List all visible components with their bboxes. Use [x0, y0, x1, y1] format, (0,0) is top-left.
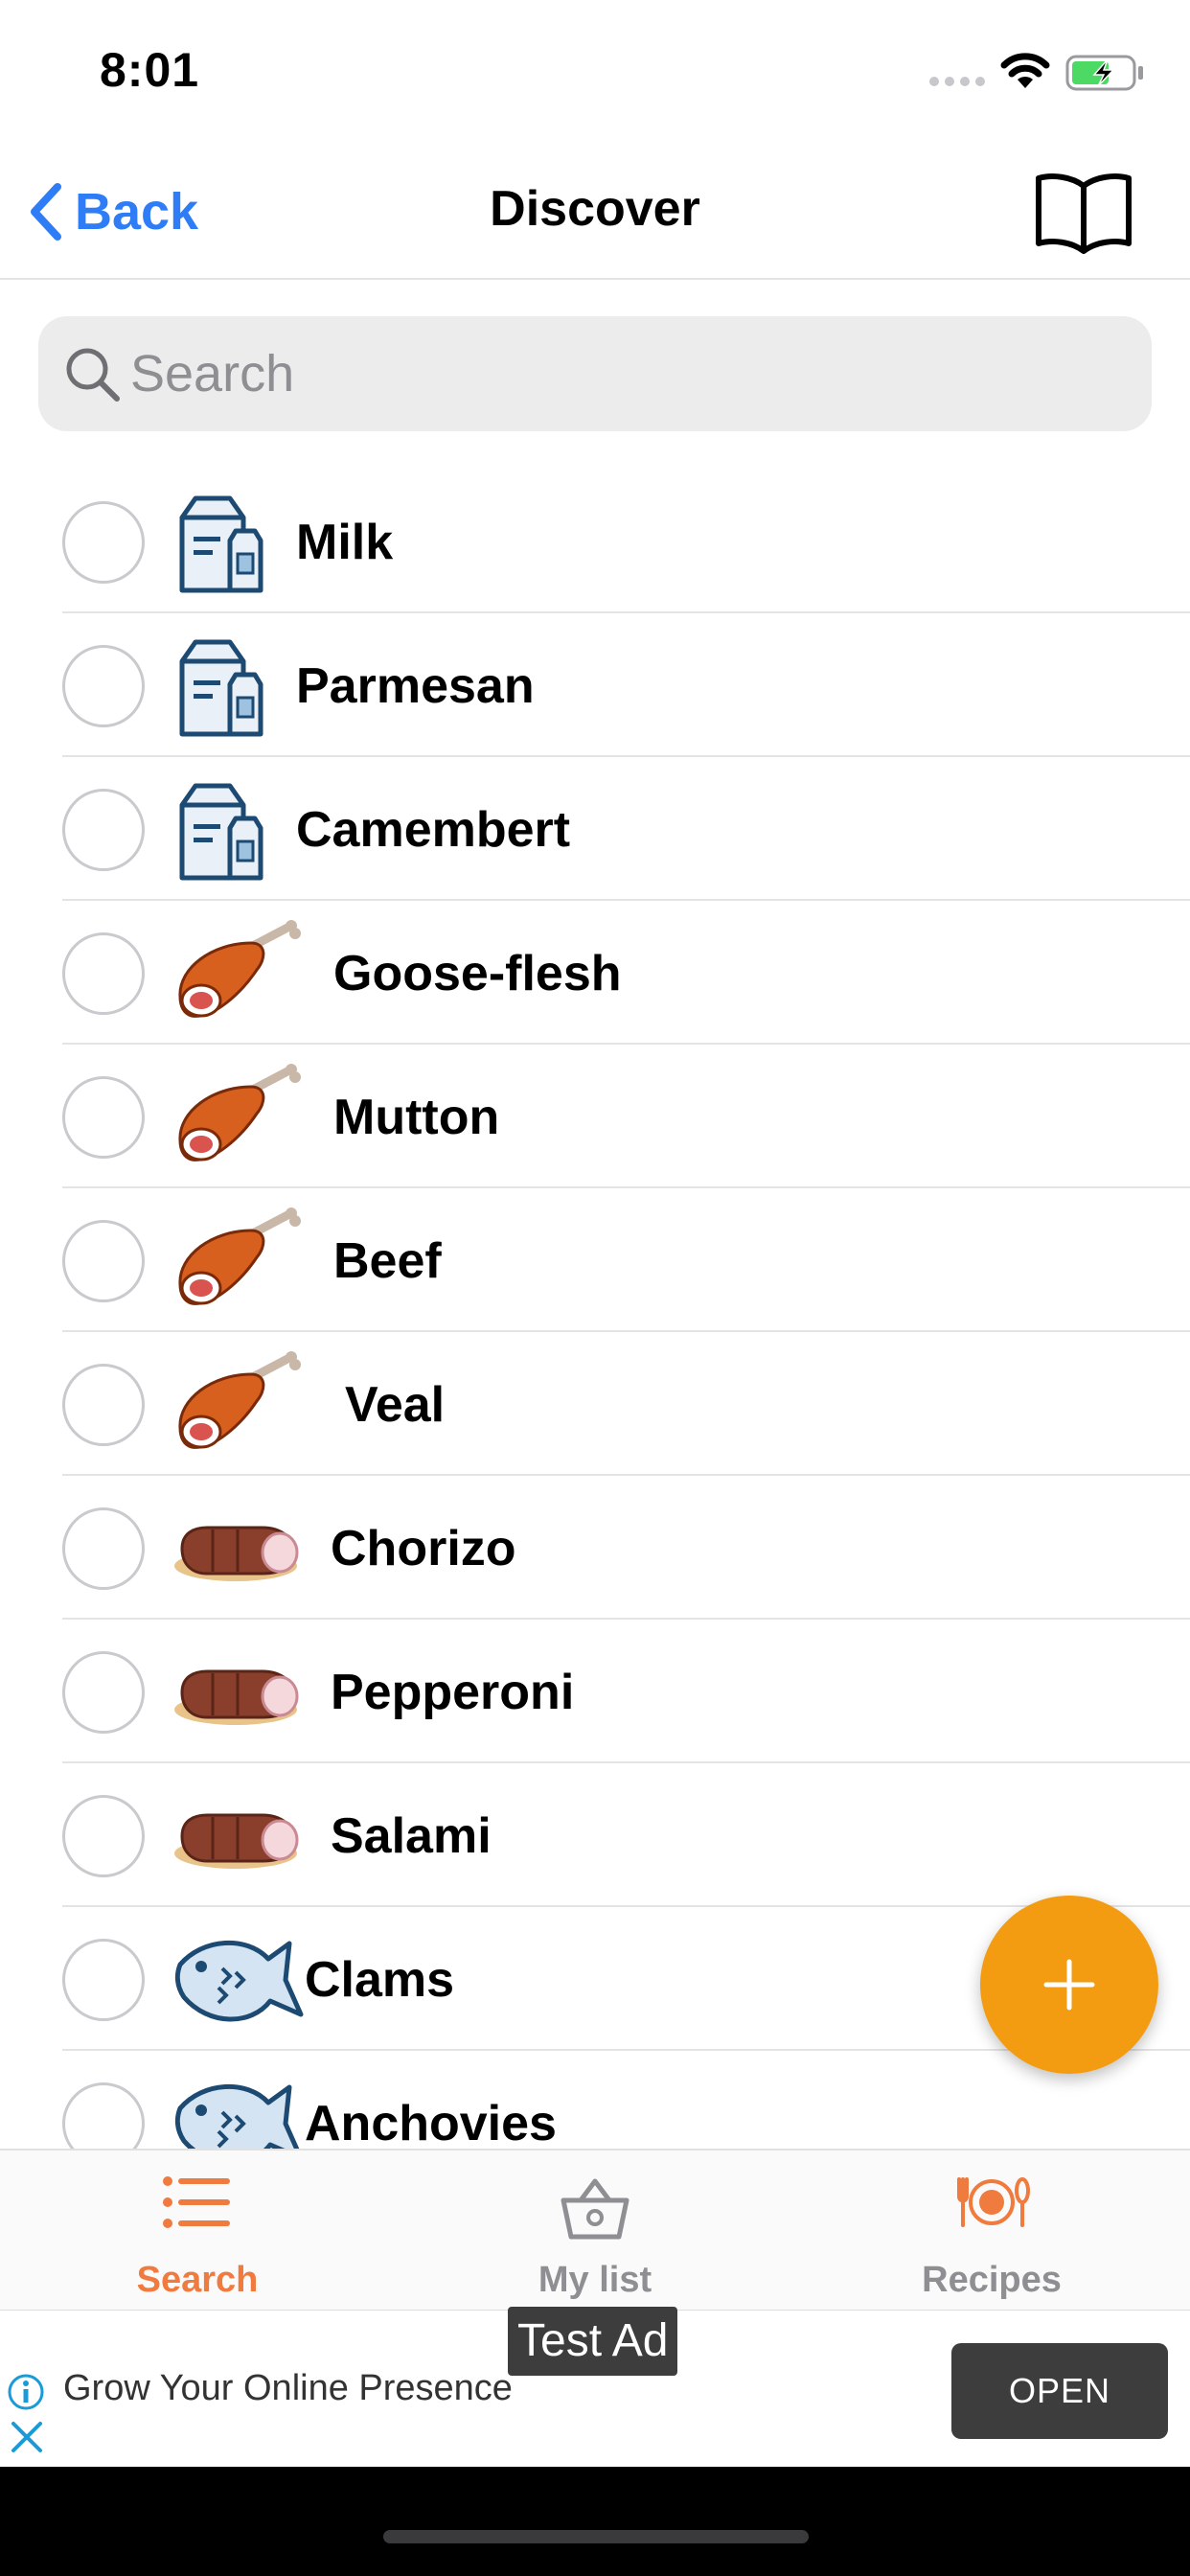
fish-icon [174, 2083, 300, 2149]
checkbox-circle[interactable] [62, 789, 145, 871]
list-item[interactable]: Camembert [0, 757, 1190, 901]
open-book-icon [1036, 173, 1132, 254]
item-label: Mutton [333, 1090, 500, 1145]
list-item[interactable]: Beef [0, 1188, 1190, 1332]
tab-my-list[interactable]: My list [451, 2150, 739, 2312]
tab-recipes[interactable]: Recipes [848, 2150, 1135, 2312]
item-label: Anchovies [305, 2096, 557, 2149]
ad-tag: Test Ad [508, 2307, 678, 2376]
list-item[interactable]: Chorizo [0, 1476, 1190, 1620]
item-label: Pepperoni [331, 1665, 575, 1720]
sausage-icon [174, 1526, 299, 1581]
tab-bar: Search My list Recipes [0, 2149, 1190, 2310]
list-icon [163, 2176, 230, 2228]
milk-carton-icon [179, 639, 263, 737]
checkbox-circle[interactable] [62, 1651, 145, 1734]
item-label: Goose-flesh [333, 946, 622, 1001]
item-label: Camembert [296, 802, 571, 858]
search-input[interactable] [130, 344, 1088, 403]
status-time: 8:01 [100, 43, 200, 97]
item-label: Clams [305, 1952, 455, 2008]
checkbox-circle[interactable] [62, 1220, 145, 1302]
checkbox-circle[interactable] [62, 1364, 145, 1446]
checkbox-circle[interactable] [62, 2082, 145, 2149]
item-label: Milk [296, 515, 394, 570]
milk-carton-icon [179, 783, 263, 881]
back-label: Back [75, 183, 199, 241]
wifi-icon [1000, 53, 1050, 88]
status-bar: 8:01 [0, 0, 1190, 144]
list-item[interactable]: Anchovies [0, 2051, 1190, 2149]
close-icon[interactable] [10, 2420, 44, 2454]
checkbox-circle[interactable] [62, 1795, 145, 1877]
milk-carton-icon [179, 495, 263, 593]
checkbox-circle[interactable] [62, 1939, 145, 2021]
chevron-left-icon [31, 183, 61, 241]
list-item[interactable]: Pepperoni [0, 1620, 1190, 1763]
ad-headline[interactable]: Grow Your Online Presence [63, 2368, 513, 2409]
checkbox-circle[interactable] [62, 501, 145, 584]
tab-label: Search [136, 2260, 259, 2300]
item-label: Salami [331, 1808, 492, 1864]
home-indicator[interactable] [383, 2530, 809, 2543]
item-label: Parmesan [296, 658, 535, 714]
tab-label: Recipes [922, 2260, 1062, 2300]
list-item[interactable]: Salami [0, 1763, 1190, 1907]
item-label: Veal [345, 1377, 446, 1433]
item-list: Milk Parmesan Camembert Goose-flesh Mutt… [0, 470, 1190, 2149]
list-item[interactable]: Milk [0, 470, 1190, 613]
back-button[interactable]: Back [27, 176, 198, 247]
item-label: Chorizo [331, 1521, 516, 1576]
navigation-bar: Back Discover [0, 144, 1190, 280]
battery-charging-icon [1065, 55, 1143, 91]
fish-icon [174, 1940, 304, 2022]
cellular-signal-icon [929, 77, 985, 86]
home-indicator-area [0, 2467, 1190, 2576]
list-item[interactable]: Goose-flesh [0, 901, 1190, 1045]
tab-label: My list [538, 2260, 652, 2300]
recipe-book-button[interactable] [1031, 169, 1136, 255]
list-item[interactable]: Veal [0, 1332, 1190, 1476]
plus-icon [1043, 1959, 1095, 2011]
checkbox-circle[interactable] [62, 932, 145, 1015]
ham-leg-icon [178, 1351, 301, 1449]
search-icon [66, 348, 120, 402]
basket-icon [561, 2178, 629, 2240]
add-item-button[interactable] [980, 1896, 1158, 2074]
info-icon[interactable] [6, 2372, 46, 2412]
plate-cutlery-icon [957, 2177, 1030, 2227]
ham-leg-icon [178, 920, 301, 1018]
ad-open-button[interactable]: OPEN [951, 2343, 1168, 2439]
ham-leg-icon [178, 1208, 301, 1305]
list-item[interactable]: Mutton [0, 1045, 1190, 1188]
checkbox-circle[interactable] [62, 645, 145, 727]
checkbox-circle[interactable] [62, 1076, 145, 1159]
checkbox-circle[interactable] [62, 1507, 145, 1590]
item-label: Beef [333, 1233, 442, 1289]
list-item[interactable]: Parmesan [0, 613, 1190, 757]
ham-leg-icon [178, 1064, 301, 1162]
ad-banner[interactable]: Test Ad Grow Your Online Presence OPEN [0, 2307, 1190, 2467]
search-bar[interactable] [38, 316, 1152, 431]
tab-search[interactable]: Search [54, 2150, 341, 2312]
sausage-icon [174, 1813, 299, 1869]
sausage-icon [174, 1669, 299, 1725]
